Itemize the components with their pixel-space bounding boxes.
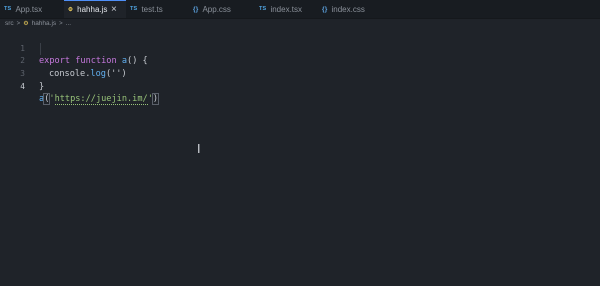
tab-label: hahha.js: [77, 5, 108, 14]
close-tab-icon[interactable]: ×: [111, 4, 117, 16]
chevron-right-icon: >: [59, 20, 63, 27]
css-file-icon: {}: [193, 5, 199, 13]
editor-window: TS App.tsx ⚙ hahha.js × TS test.ts {} Ap…: [0, 0, 600, 286]
tab-label: index.css: [331, 4, 365, 14]
tab-label: App.css: [202, 4, 231, 14]
tab-app-tsx[interactable]: TS App.tsx: [0, 0, 64, 18]
code-editor[interactable]: 1 export function a() { 2 console.log(''…: [0, 30, 600, 286]
line-number: 4: [20, 81, 25, 91]
string-quote: ': [49, 94, 55, 105]
tab-hahha-js[interactable]: ⚙ hahha.js ×: [64, 0, 126, 18]
typescript-file-icon: TS: [4, 6, 12, 12]
url-link[interactable]: https://juejin.im/: [54, 94, 148, 106]
breadcrumb-file[interactable]: hahha.js: [32, 20, 57, 27]
tab-label: index.tsx: [270, 4, 303, 14]
tab-label: test.ts: [141, 4, 163, 14]
code-text: a('https://juejin.im/'): [39, 93, 160, 106]
css-file-icon: {}: [322, 5, 328, 13]
code-line: 3 }: [0, 55, 600, 92]
chevron-right-icon: >: [16, 20, 21, 27]
indent-guide: [40, 43, 41, 55]
tab-label: App.tsx: [15, 4, 43, 14]
tab-test-ts[interactable]: TS test.ts: [126, 0, 189, 18]
code-line-current: 4 a('https://juejin.im/'): [0, 68, 600, 106]
close-paren: ): [151, 93, 160, 106]
javascript-file-icon: ⚙: [68, 6, 74, 13]
typescript-file-icon: TS: [259, 6, 267, 12]
code-text: }: [39, 81, 45, 92]
javascript-file-icon: ⚙: [23, 21, 29, 27]
breadcrumb: src > ⚙ hahha.js > ...: [0, 18, 71, 29]
typescript-file-icon: TS: [130, 6, 138, 12]
breadcrumb-folder[interactable]: src: [5, 20, 14, 27]
tab-index-tsx[interactable]: TS index.tsx: [255, 0, 318, 18]
tab-app-css[interactable]: {} App.css: [189, 0, 255, 18]
breadcrumb-symbols[interactable]: ...: [66, 20, 71, 27]
code-line: 1 export function a() {: [0, 30, 600, 67]
code-line: 2 console.log(''): [0, 43, 600, 79]
tab-index-css[interactable]: {} index.css: [318, 0, 388, 18]
tab-bar: TS App.tsx ⚙ hahha.js × TS test.ts {} Ap…: [0, 0, 600, 19]
text-cursor-icon: I: [197, 142, 201, 156]
